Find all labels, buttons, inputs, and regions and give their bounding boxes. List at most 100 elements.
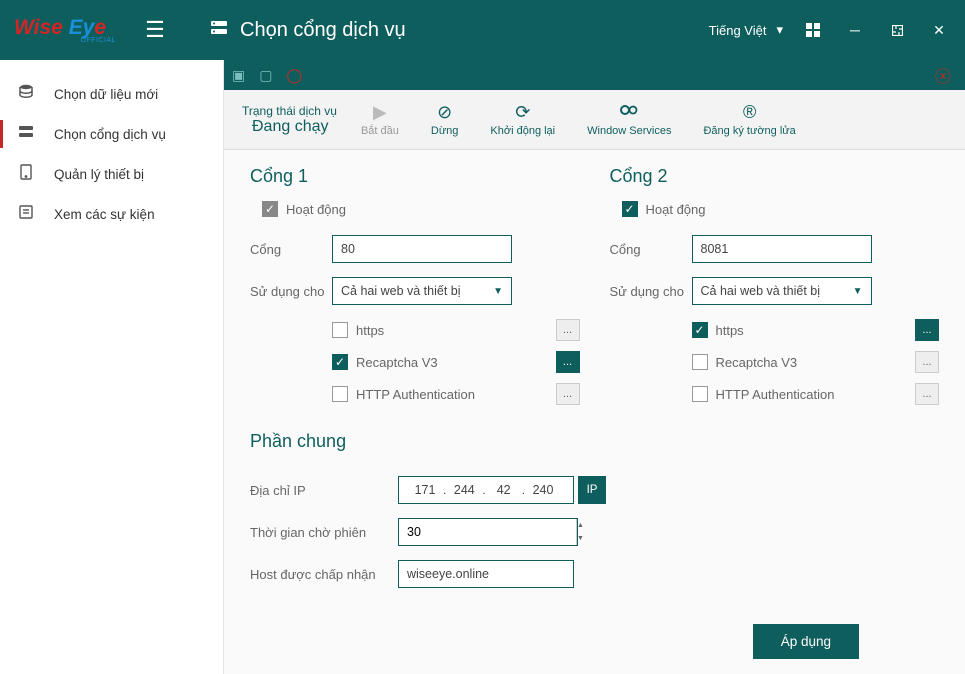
- port2-port-input[interactable]: [692, 235, 872, 263]
- sidebar-item-label: Chọn cổng dịch vụ: [54, 127, 166, 142]
- toolbar: Trạng thái dịch vụ Đang chạy ▶ Bắt đầu ⊘…: [224, 90, 965, 150]
- ip-detect-button[interactable]: IP: [578, 476, 606, 504]
- port1-https-checkbox[interactable]: [332, 322, 348, 338]
- start-button[interactable]: ▶ Bắt đầu: [345, 98, 415, 142]
- logo-ey: Ey: [69, 16, 95, 39]
- option-label: https: [356, 323, 384, 338]
- port2-port-label: Cổng: [610, 242, 692, 257]
- logo: Wise Eye OFFICIAL: [0, 8, 130, 52]
- button-label: Dừng: [431, 125, 459, 138]
- ip-seg[interactable]: 244: [446, 483, 482, 497]
- port2-active-label: Hoạt động: [646, 202, 706, 217]
- chevron-down-icon: ▼: [493, 286, 503, 297]
- option-label: https: [716, 323, 744, 338]
- port2-use-label: Sử dụng cho: [610, 284, 692, 299]
- ip-seg[interactable]: 42: [486, 483, 522, 497]
- port2-title: Cổng 2: [610, 166, 940, 187]
- common-title: Phần chung: [250, 431, 939, 452]
- select-value: Cả hai web và thiết bị: [341, 284, 461, 298]
- maximize-button[interactable]: [877, 10, 917, 50]
- port1-httpauth-checkbox[interactable]: [332, 386, 348, 402]
- sidebar-item-devices[interactable]: Quản lý thiết bị: [0, 154, 223, 194]
- view-icon[interactable]: ▣: [232, 67, 245, 84]
- tablet-icon: [16, 164, 36, 185]
- restart-button[interactable]: ⟳ Khởi động lại: [474, 98, 571, 142]
- port2-use-select[interactable]: Cả hai web và thiết bị ▼: [692, 277, 872, 305]
- tab-icon-bar: ▣ ▢ ◯ ⓧ: [224, 60, 965, 90]
- port1-recaptcha-checkbox[interactable]: ✓: [332, 354, 348, 370]
- port1-httpauth-config-button[interactable]: ...: [556, 383, 580, 405]
- port1-https-config-button[interactable]: ...: [556, 319, 580, 341]
- ip-address-input[interactable]: 171. 244. 42. 240: [398, 476, 574, 504]
- host-input[interactable]: [398, 560, 574, 588]
- spinner-up-icon[interactable]: ▲: [577, 519, 584, 532]
- port2-https-config-button[interactable]: ...: [915, 319, 939, 341]
- ip-seg[interactable]: 240: [525, 483, 561, 497]
- windows-services-button[interactable]: Window Services: [571, 98, 687, 142]
- close-button[interactable]: ✕: [919, 10, 959, 50]
- server-icon: [16, 124, 36, 145]
- port2-https-checkbox[interactable]: ✓: [692, 322, 708, 338]
- sidebar-item-data[interactable]: Chọn dữ liệu mới: [0, 74, 223, 114]
- port2-httpauth-checkbox[interactable]: [692, 386, 708, 402]
- logo-wise: Wise: [14, 16, 69, 39]
- port1-recaptcha-config-button[interactable]: ...: [556, 351, 580, 373]
- button-label: Bắt đầu: [361, 125, 399, 138]
- port2-recaptcha-config-button[interactable]: ...: [915, 351, 939, 373]
- stop-icon: ⊘: [437, 102, 452, 123]
- session-label: Thời gian chờ phiên: [250, 525, 398, 540]
- button-label: Đăng ký tường lửa: [703, 125, 795, 138]
- port1-port-label: Cổng: [250, 242, 332, 257]
- sidebar: Chọn dữ liệu mới Chọn cổng dịch vụ Quản …: [0, 60, 224, 674]
- registered-icon: ®: [743, 102, 756, 123]
- windows-icon[interactable]: [793, 10, 833, 50]
- apply-button[interactable]: Áp dụng: [753, 624, 859, 659]
- button-label: Window Services: [587, 125, 671, 138]
- select-value: Cả hai web và thiết bị: [701, 284, 821, 298]
- session-timeout-spinner[interactable]: ▲ ▼: [398, 518, 578, 546]
- host-label: Host được chấp nhận: [250, 567, 398, 582]
- page-title: Chọn cổng dịch vụ: [240, 19, 406, 42]
- option-label: HTTP Authentication: [716, 387, 835, 402]
- stop-button[interactable]: ⊘ Dừng: [415, 98, 475, 142]
- spinner-down-icon[interactable]: ▼: [577, 532, 584, 545]
- help-icon[interactable]: ◯: [286, 67, 302, 84]
- session-value-input[interactable]: [399, 519, 576, 545]
- sidebar-item-service-port[interactable]: Chọn cổng dịch vụ: [0, 114, 223, 154]
- port1-active-checkbox[interactable]: ✓: [262, 201, 278, 217]
- minimize-button[interactable]: ─: [835, 10, 875, 50]
- common-section: Phần chung Địa chỉ IP 171. 244. 42. 240 …: [250, 431, 939, 588]
- gears-icon: [619, 102, 639, 123]
- port1-title: Cổng 1: [250, 166, 580, 187]
- sidebar-item-events[interactable]: Xem các sự kiện: [0, 194, 223, 234]
- sidebar-item-label: Quản lý thiết bị: [54, 167, 144, 182]
- logo-e: e: [94, 16, 106, 39]
- option-label: HTTP Authentication: [356, 387, 475, 402]
- database-icon: [16, 84, 36, 105]
- port2-recaptcha-checkbox[interactable]: [692, 354, 708, 370]
- hamburger-menu-button[interactable]: ☰: [130, 17, 180, 43]
- language-selector[interactable]: Tiếng Việt ▾: [709, 22, 783, 38]
- status-value: Đang chạy: [242, 118, 337, 136]
- chevron-down-icon: ▼: [853, 286, 863, 297]
- language-label: Tiếng Việt: [709, 23, 767, 38]
- port1-section: Cổng 1 ✓ Hoạt động Cổng Sử dụng cho Cả h…: [250, 166, 580, 415]
- calendar-icon[interactable]: ▢: [259, 67, 272, 84]
- port1-port-input[interactable]: [332, 235, 512, 263]
- port1-use-select[interactable]: Cả hai web và thiết bị ▼: [332, 277, 512, 305]
- port2-httpauth-config-button[interactable]: ...: [915, 383, 939, 405]
- sidebar-item-label: Chọn dữ liệu mới: [54, 87, 158, 102]
- button-label: Khởi động lại: [490, 125, 555, 138]
- option-label: Recaptcha V3: [716, 355, 798, 370]
- ip-seg[interactable]: 171: [407, 483, 443, 497]
- ip-label: Địa chỉ IP: [250, 483, 398, 498]
- port1-use-label: Sử dụng cho: [250, 284, 332, 299]
- tab-close-icon[interactable]: ⓧ: [935, 63, 951, 87]
- firewall-register-button[interactable]: ® Đăng ký tường lửa: [687, 98, 811, 142]
- service-status: Trạng thái dịch vụ Đang chạy: [234, 104, 345, 136]
- port1-active-label: Hoạt động: [286, 202, 346, 217]
- list-icon: [16, 204, 36, 225]
- refresh-icon: ⟳: [515, 102, 530, 123]
- server-icon: [210, 19, 228, 42]
- port2-active-checkbox[interactable]: ✓: [622, 201, 638, 217]
